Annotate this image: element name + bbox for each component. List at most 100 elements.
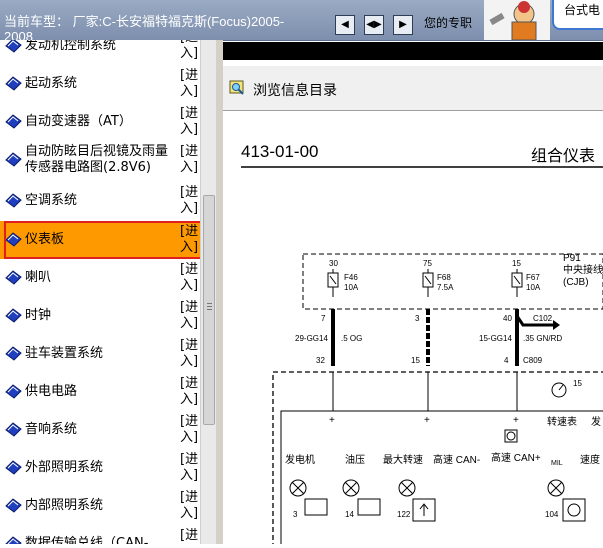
fuse-pin: 30: [329, 259, 338, 268]
enter-link[interactable]: [进入]: [180, 452, 198, 484]
menu-item-label: 驻车装置系统: [25, 346, 104, 361]
lamp-pin: 104: [545, 510, 559, 519]
book-icon: [5, 422, 22, 437]
menu-item-exterior-lighting[interactable]: 外部照明系统 [进入]: [0, 449, 200, 487]
enter-link[interactable]: [进入]: [180, 490, 198, 522]
lamp-row: [289, 479, 586, 522]
connector-label: C102: [533, 314, 553, 323]
connector-label: C809: [523, 356, 543, 365]
browse-catalog-label[interactable]: 浏览信息目录: [253, 80, 337, 100]
menu-scrollbar[interactable]: [200, 40, 217, 544]
menu-item-instrument-panel[interactable]: 仪表板 [进入]: [0, 221, 200, 259]
wiring-diagram: 413-01-00 组合仪表 P91 中央接线 (CJB) 30 F46 10A…: [223, 111, 603, 548]
lamp-label: 油压: [345, 453, 365, 466]
fuse-name: F68: [437, 273, 451, 282]
menu-item-mirror-rain-sensor[interactable]: 自动防眩目后视镜及雨量传感器电路图(2.8V6) [进入]: [0, 141, 200, 179]
doc-number: 413-01-00: [241, 142, 319, 161]
book-icon: [5, 114, 22, 129]
book-icon: [5, 232, 22, 247]
tachometer-label: 转速表: [547, 415, 577, 428]
menu-item-label: 发动机控制系统: [25, 40, 117, 53]
lamp-pin: 14: [345, 510, 354, 519]
title-bar: 当前车型： 厂家:C-长安福特福克斯(Focus)2005-2008 ◀ ◀▶ …: [0, 0, 603, 41]
fuse-rating: 10A: [344, 283, 359, 292]
pin-number: 40: [503, 314, 512, 323]
can-high-label: 高速 CAN+: [491, 451, 541, 464]
book-icon: [5, 384, 22, 399]
grip-line: [207, 306, 212, 307]
pin-number: 15: [411, 356, 420, 365]
fuse-name: F67: [526, 273, 540, 282]
enter-link[interactable]: [进入]: [180, 106, 198, 138]
menu-item-can-bus[interactable]: 数据传输总线（CAN- [进入]: [0, 525, 200, 544]
doc-title: 组合仪表: [531, 147, 595, 165]
lamp-pin: 122: [397, 510, 411, 519]
menu-item-parking[interactable]: 驻车装置系统 [进入]: [0, 335, 200, 373]
split-view-button[interactable]: ◀▶: [364, 15, 384, 35]
arrow-right-icon: ▶: [399, 19, 407, 30]
book-icon: [5, 460, 22, 475]
plus-mark: +: [329, 415, 335, 426]
prev-page-button[interactable]: ◀: [335, 15, 355, 35]
book-icon: [5, 193, 22, 208]
plus-mark: +: [513, 415, 519, 426]
enter-link[interactable]: [进入]: [180, 414, 198, 446]
lamp-pin: 3: [293, 510, 298, 519]
enter-link[interactable]: [进入]: [180, 144, 198, 176]
enter-link[interactable]: [进入]: [180, 224, 198, 256]
mechanic-icon: [484, 0, 550, 41]
menu-item-power-supply[interactable]: 供电电路 [进入]: [0, 373, 200, 411]
desktop-tab[interactable]: 台式电: [552, 0, 603, 30]
menu-item-starting[interactable]: 起动系统 [进入]: [0, 65, 200, 103]
menu-item-automatic-transmission[interactable]: 自动变速器（AT） [进入]: [0, 103, 200, 141]
browse-header: 浏览信息目录: [223, 66, 603, 111]
menu-item-label: 仪表板: [25, 232, 65, 247]
enter-link[interactable]: [进入]: [180, 185, 198, 217]
book-icon: [5, 536, 22, 544]
menu-item-engine-control[interactable]: 发动机控制系统 [进入]: [0, 40, 200, 65]
menu-item-label: 供电电路: [25, 384, 78, 399]
enter-link[interactable]: [进入]: [180, 68, 198, 100]
enter-link[interactable]: [进入]: [180, 262, 198, 294]
scrollbar-thumb[interactable]: [203, 195, 215, 425]
next-page-button[interactable]: ▶: [393, 15, 413, 35]
module-code: (CJB): [563, 277, 589, 288]
wire-code: 15-GG14: [479, 334, 512, 343]
menu-item-label: 自动防眩目后视镜及雨量传感器电路图(2.8V6): [25, 144, 169, 175]
browse-catalog-icon[interactable]: [229, 79, 245, 95]
menu-item-air-conditioning[interactable]: 空调系统 [进入]: [0, 182, 200, 220]
pin-number: 4: [504, 356, 509, 365]
enter-link[interactable]: [进入]: [180, 376, 198, 408]
menu-item-label: 起动系统: [25, 76, 78, 91]
gauge-pin: 15: [573, 379, 582, 388]
enter-link[interactable]: [进入]: [180, 528, 198, 544]
menu-item-clock[interactable]: 时钟 [进入]: [0, 297, 200, 335]
module-id: P91: [563, 253, 581, 264]
menu-item-label: 数据传输总线（CAN-: [25, 536, 149, 544]
enter-link[interactable]: [进入]: [180, 40, 198, 62]
pin-number: 3: [415, 314, 420, 323]
menu-item-label: 自动变速器（AT）: [25, 114, 132, 129]
fuse-pin: 15: [512, 259, 521, 268]
current-vehicle-label: 当前车型： 厂家:C-长安福特福克斯(Focus)2005-2008: [4, 14, 285, 40]
menu-item-label: 音响系统: [25, 422, 78, 437]
fuse-pin: 75: [423, 259, 432, 268]
enter-link[interactable]: [进入]: [180, 300, 198, 332]
wire-color: .5 OG: [341, 334, 362, 343]
fuse-rating: 7.5A: [437, 283, 454, 292]
can-low-label: 高速 CAN-: [433, 453, 480, 466]
fuse-name: F46: [344, 273, 358, 282]
menu-item-interior-lighting[interactable]: 内部照明系统 [进入]: [0, 487, 200, 525]
menu-item-audio[interactable]: 音响系统 [进入]: [0, 411, 200, 449]
menu-item-label: 外部照明系统: [25, 460, 104, 475]
wire-color: .35 GN/RD: [523, 334, 562, 343]
book-icon: [5, 40, 22, 53]
split-arrows-icon: ◀▶: [366, 19, 382, 30]
book-icon: [5, 346, 22, 361]
grip-line: [207, 309, 212, 310]
book-icon: [5, 308, 22, 323]
enter-link[interactable]: [进入]: [180, 338, 198, 370]
book-icon: [5, 498, 22, 513]
pane-splitter[interactable]: [216, 40, 223, 544]
menu-item-horn[interactable]: 喇叭 [进入]: [0, 259, 200, 297]
